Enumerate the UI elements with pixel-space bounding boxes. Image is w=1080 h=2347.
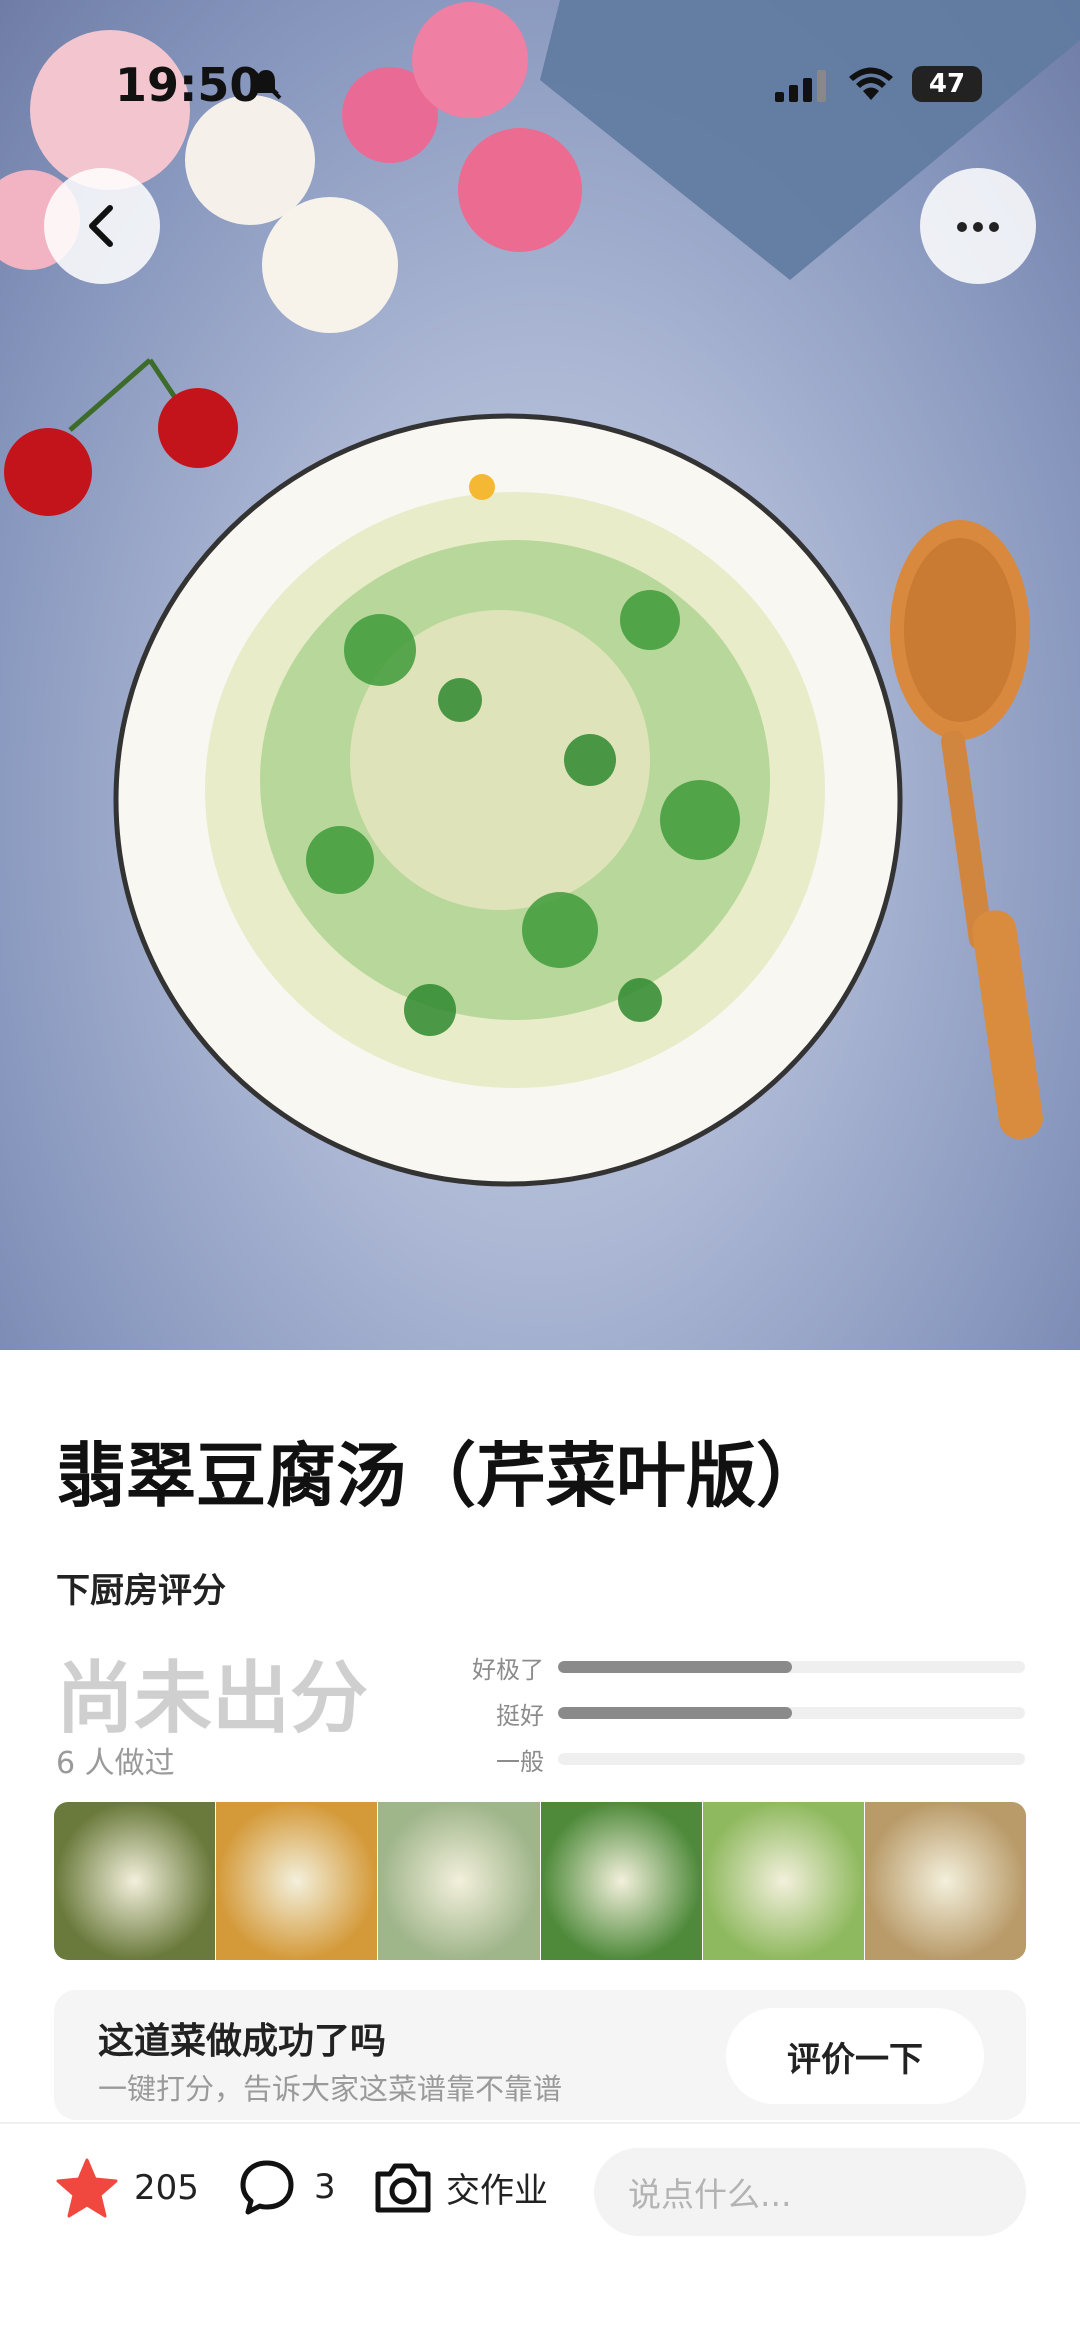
made-count[interactable]: 6 人做过 xyxy=(56,1738,175,1782)
rating-bar-label: 挺好 xyxy=(496,1701,544,1730)
like-button[interactable]: 205 xyxy=(56,2158,199,2218)
submit-homework-button[interactable]: 交作业 xyxy=(372,2158,548,2216)
user-photos-strip xyxy=(54,1802,1026,1960)
soup-photo xyxy=(0,0,1080,1187)
comment-input[interactable]: 说点什么... xyxy=(594,2148,1026,2236)
wifi-icon xyxy=(849,67,893,100)
user-photo-thumbnail[interactable] xyxy=(216,1802,378,1960)
rate-recipe-button[interactable]: 评价一下 xyxy=(726,2008,984,2104)
comment-button[interactable]: 3 xyxy=(238,2158,336,2216)
user-photo-thumbnail[interactable] xyxy=(702,1802,864,1960)
comment-bubble-icon xyxy=(240,2160,294,2215)
rating-section-title: 下厨房评分 xyxy=(56,1571,226,1611)
feedback-question: 这道菜做成功了吗 xyxy=(98,2021,387,2062)
recipe-cover-image[interactable]: 19:50 47 xyxy=(0,0,1080,1350)
camera-icon xyxy=(375,2163,431,2213)
rating-bar-good: 挺好 xyxy=(440,1690,1025,1736)
user-photo-thumbnail[interactable] xyxy=(378,1802,540,1960)
back-button[interactable] xyxy=(44,168,160,284)
cellular-signal-icon xyxy=(775,70,826,102)
feedback-subtitle: 一键打分，告诉大家这菜谱靠不靠谱 xyxy=(98,2072,563,2106)
status-bar: 19:50 47 xyxy=(0,58,1080,118)
rating-bar-label: 一般 xyxy=(496,1747,544,1776)
homework-label: 交作业 xyxy=(446,2170,548,2211)
star-icon xyxy=(56,2158,118,2218)
rating-bar-excellent: 好极了 xyxy=(440,1644,1025,1690)
bottom-action-bar: 205 3 交作业 说点什么... xyxy=(0,2148,1080,2250)
rating-bar-average: 一般 xyxy=(440,1736,1025,1782)
rating-bar-fill xyxy=(558,1661,792,1673)
rating-bar-fill xyxy=(558,1707,792,1719)
divider xyxy=(0,2122,1080,2124)
status-time: 19:50 xyxy=(115,58,262,112)
more-dots-icon xyxy=(954,217,1002,236)
user-photo-thumbnail[interactable] xyxy=(54,1802,216,1960)
rating-bar-label: 好极了 xyxy=(472,1655,544,1684)
more-options-button[interactable] xyxy=(920,168,1036,284)
like-count: 205 xyxy=(134,2168,199,2208)
chevron-left-icon xyxy=(89,205,113,247)
user-photo-thumbnail[interactable] xyxy=(540,1802,702,1960)
comment-count: 3 xyxy=(314,2167,336,2207)
mute-bell-icon xyxy=(250,68,282,100)
feedback-prompt-card: 这道菜做成功了吗 一键打分，告诉大家这菜谱靠不靠谱 评价一下 xyxy=(54,1990,1026,2120)
user-photo-thumbnail[interactable] xyxy=(864,1802,1026,1960)
rating-score: 尚未出分 xyxy=(56,1654,369,1744)
rating-distribution: 好极了 挺好 一般 xyxy=(440,1644,1025,1782)
battery-indicator: 47 xyxy=(912,66,982,102)
recipe-title: 翡翠豆腐汤（芹菜叶版） xyxy=(56,1435,826,1517)
